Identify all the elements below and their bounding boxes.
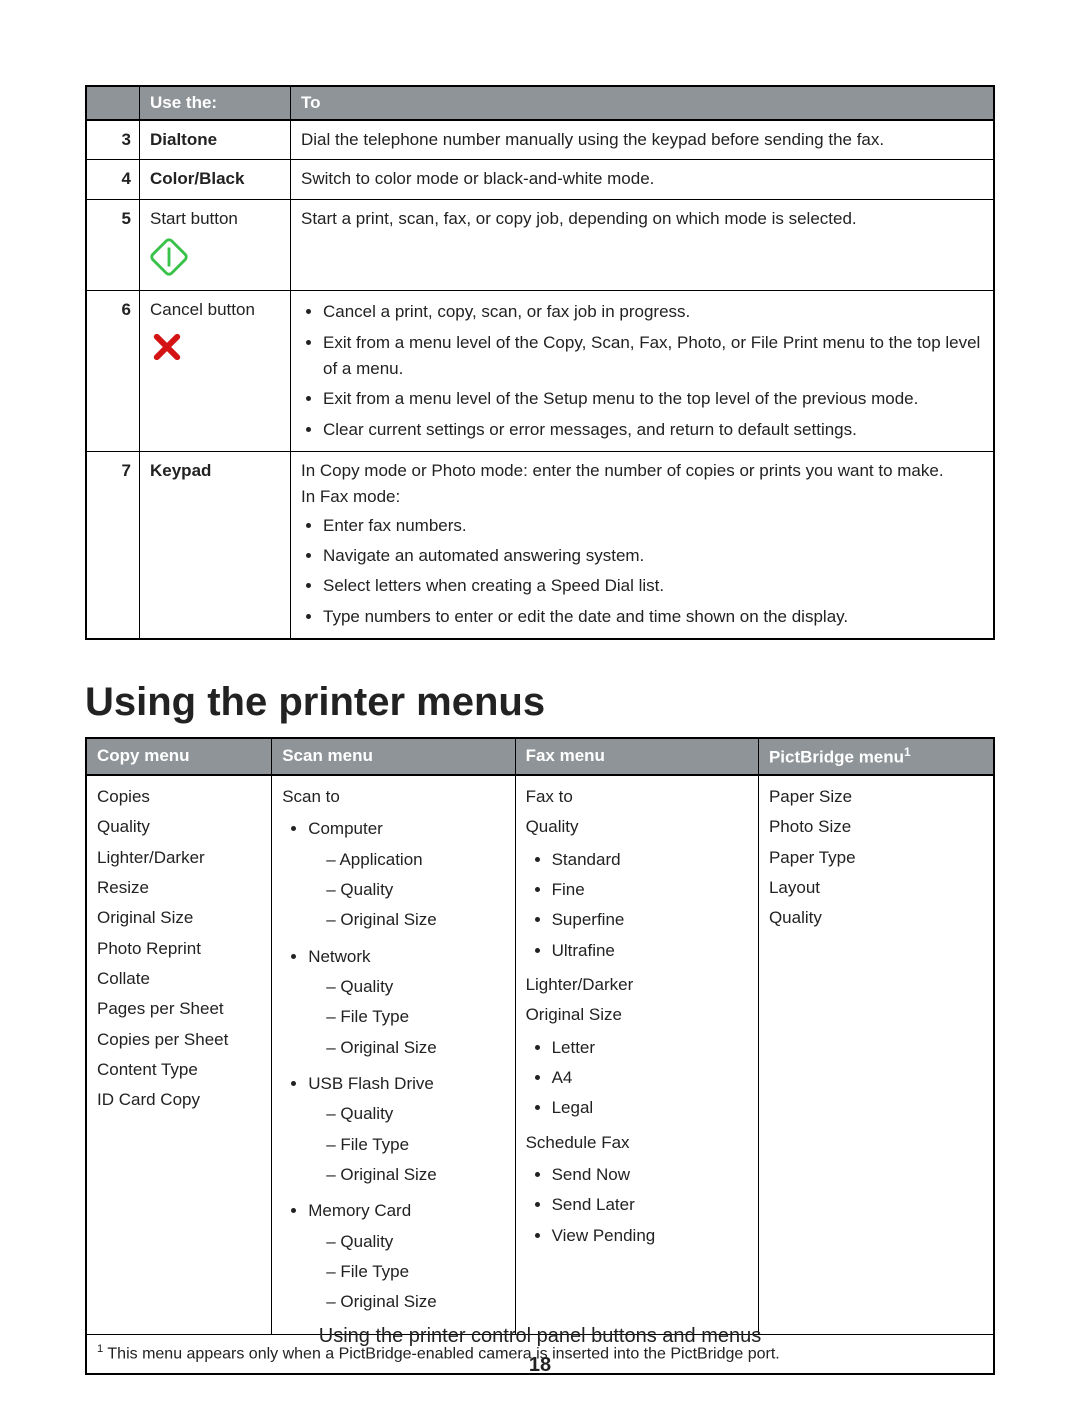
list-item: Content Type	[97, 1055, 261, 1085]
row-name: Dialtone	[140, 120, 291, 160]
row-name: Cancel button	[140, 291, 291, 452]
list-item: Fine	[552, 875, 748, 905]
row-num: 7	[86, 452, 140, 640]
list-item: Collate	[97, 964, 261, 994]
list-item: Original Size	[326, 1160, 504, 1190]
page-footer: Using the printer control panel buttons …	[0, 1325, 1080, 1377]
section-heading: Using the printer menus	[85, 680, 995, 725]
row-desc: Dial the telephone number manually using…	[291, 120, 995, 160]
list-item: Exit from a menu level of the Copy, Scan…	[323, 328, 983, 385]
row-desc: Start a print, scan, fax, or copy job, d…	[291, 199, 995, 291]
list-item: Quality	[526, 812, 748, 842]
row-name: Start button	[140, 199, 291, 291]
list-item: Standard	[552, 845, 748, 875]
list-item: Quality	[769, 903, 983, 933]
row-desc: Switch to color mode or black-and-white …	[291, 160, 995, 199]
row-num: 5	[86, 199, 140, 291]
list-item: Original Size	[97, 903, 261, 933]
list-item: Legal	[552, 1093, 748, 1123]
list-item: Photo Reprint	[97, 934, 261, 964]
footer-page: 18	[0, 1354, 1080, 1377]
list-item: ID Card Copy	[97, 1085, 261, 1115]
list-item: Quality	[97, 812, 261, 842]
list-item: Send Later	[552, 1190, 748, 1220]
table-row: 3DialtoneDial the telephone number manua…	[86, 120, 994, 160]
list-item: Photo Size	[769, 812, 983, 842]
list-item: A4	[552, 1063, 748, 1093]
list-item: Ultrafine	[552, 936, 748, 966]
list-item: Type numbers to enter or edit the date a…	[323, 602, 983, 632]
pict-menu-cell: Paper SizePhoto SizePaper TypeLayoutQual…	[758, 775, 994, 1334]
list-item: Clear current settings or error messages…	[323, 415, 983, 445]
th-scan: Scan menu	[272, 738, 515, 775]
copy-menu-cell: CopiesQualityLighter/DarkerResizeOrigina…	[86, 775, 272, 1334]
start-icon	[150, 238, 280, 284]
table-row: 4Color/BlackSwitch to color mode or blac…	[86, 160, 994, 199]
th-use: Use the:	[140, 86, 291, 120]
th-fax: Fax menu	[515, 738, 758, 775]
list-item: Select letters when creating a Speed Dia…	[323, 571, 983, 601]
list-item: Original Size	[526, 1000, 748, 1030]
row-num: 6	[86, 291, 140, 452]
list-item: Resize	[97, 873, 261, 903]
th-num	[86, 86, 140, 120]
scan-menu-cell: Scan toComputerApplicationQualityOrigina…	[272, 775, 515, 1334]
list-item: Exit from a menu level of the Setup menu…	[323, 384, 983, 414]
list-item: Scan to	[282, 782, 504, 812]
list-item: Pages per Sheet	[97, 994, 261, 1024]
menus-table: Copy menu Scan menu Fax menu PictBridge …	[85, 737, 995, 1375]
list-item: Paper Size	[769, 782, 983, 812]
list-item: Quality	[326, 875, 504, 905]
list-item: Lighter/Darker	[97, 843, 261, 873]
th-copy: Copy menu	[86, 738, 272, 775]
list-item: ComputerApplicationQualityOriginal Size	[308, 814, 504, 941]
row-num: 3	[86, 120, 140, 160]
list-item: File Type	[326, 1130, 504, 1160]
list-item: Lighter/Darker	[526, 970, 748, 1000]
table-row: 7KeypadIn Copy mode or Photo mode: enter…	[86, 452, 994, 640]
list-item: Cancel a print, copy, scan, or fax job i…	[323, 297, 983, 327]
list-item: Original Size	[326, 1033, 504, 1063]
list-item: Original Size	[326, 905, 504, 935]
table-row: 5Start buttonStart a print, scan, fax, o…	[86, 199, 994, 291]
list-item: Quality	[326, 1099, 504, 1129]
list-item: Enter fax numbers.	[323, 511, 983, 541]
list-item: File Type	[326, 1257, 504, 1287]
list-item: Quality	[326, 972, 504, 1002]
th-pict-sup: 1	[904, 745, 911, 759]
table-row: 6Cancel button Cancel a print, copy, scan…	[86, 291, 994, 452]
row-desc: Cancel a print, copy, scan, or fax job i…	[291, 291, 995, 452]
list-item: Fax to	[526, 782, 748, 812]
list-item: Copies per Sheet	[97, 1025, 261, 1055]
list-item: Quality	[326, 1227, 504, 1257]
buttons-table: Use the: To 3DialtoneDial the telephone …	[85, 85, 995, 640]
th-pict-label: PictBridge menu	[769, 748, 904, 767]
row-name: Color/Black	[140, 160, 291, 199]
list-item: Superfine	[552, 905, 748, 935]
list-item: View Pending	[552, 1221, 748, 1251]
list-item: Paper Type	[769, 843, 983, 873]
list-item: Memory CardQualityFile TypeOriginal Size	[308, 1196, 504, 1323]
fax-menu-cell: Fax toQualityStandardFineSuperfineUltraf…	[515, 775, 758, 1334]
list-item: Navigate an automated answering system.	[323, 541, 983, 571]
row-desc: In Copy mode or Photo mode: enter the nu…	[291, 452, 995, 640]
list-item: Application	[326, 845, 504, 875]
row-name: Keypad	[140, 452, 291, 640]
list-item: Send Now	[552, 1160, 748, 1190]
footer-title: Using the printer control panel buttons …	[0, 1325, 1080, 1348]
th-to: To	[291, 86, 995, 120]
row-num: 4	[86, 160, 140, 199]
list-item: USB Flash DriveQualityFile TypeOriginal …	[308, 1069, 504, 1196]
list-item: NetworkQualityFile TypeOriginal Size	[308, 942, 504, 1069]
list-item: Letter	[552, 1033, 748, 1063]
cancel-icon	[150, 330, 280, 372]
list-item: Layout	[769, 873, 983, 903]
list-item: Copies	[97, 782, 261, 812]
th-pict: PictBridge menu1	[758, 738, 994, 775]
list-item: Schedule Fax	[526, 1128, 748, 1158]
list-item: File Type	[326, 1002, 504, 1032]
list-item: Original Size	[326, 1287, 504, 1317]
